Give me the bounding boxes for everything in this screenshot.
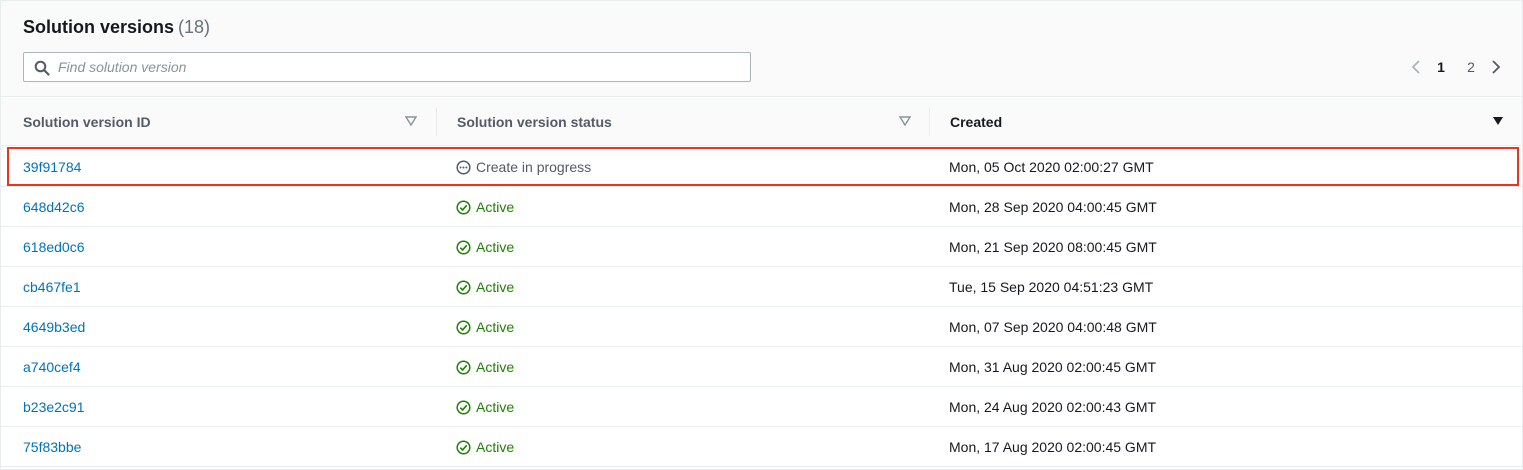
status-text: Active — [476, 439, 515, 455]
created-date: Mon, 17 Aug 2020 02:00:45 GMT — [949, 439, 1157, 455]
status-cell: Active — [456, 347, 514, 387]
in-progress-icon — [456, 159, 471, 175]
table-body: 39f91784 Create in progress Mon, 05 Oct … — [1, 147, 1522, 467]
column-divider[interactable] — [436, 108, 437, 136]
check-circle-icon — [456, 359, 471, 375]
created-date: Mon, 24 Aug 2020 02:00:43 GMT — [949, 399, 1157, 415]
column-divider[interactable] — [929, 108, 930, 136]
title-text: Solution versions — [23, 17, 175, 37]
solution-version-id-link[interactable]: cb467fe1 — [23, 267, 81, 307]
page-title: Solution versions (18) — [23, 17, 210, 38]
status-cell: Active — [456, 227, 514, 267]
check-circle-icon — [456, 239, 471, 255]
solution-version-id-link[interactable]: b23e2c91 — [23, 387, 85, 427]
created-date: Tue, 15 Sep 2020 04:51:23 GMT — [949, 279, 1154, 295]
check-circle-icon — [456, 279, 471, 295]
solution-version-id-link[interactable]: 618ed0c6 — [23, 227, 85, 267]
solution-version-id-link[interactable]: a740cef4 — [23, 347, 81, 387]
status-text: Active — [476, 199, 515, 215]
table-row: b23e2c91 Active Mon, 24 Aug 2020 02:00:4… — [1, 387, 1522, 427]
chevron-right-icon[interactable] — [1486, 57, 1506, 77]
page-2-button[interactable]: 2 — [1456, 59, 1486, 75]
panel-header: Solution versions(18) 1 2 — [1, 1, 1522, 97]
sort-descending-icon[interactable] — [1491, 114, 1505, 128]
table-row: 4649b3ed Active Mon, 07 Sep 2020 04:00:4… — [1, 307, 1522, 347]
search-icon — [34, 60, 50, 76]
search-input[interactable] — [58, 57, 738, 77]
column-header-solution-version-id[interactable]: Solution version ID — [23, 98, 423, 146]
created-date: Mon, 31 Aug 2020 02:00:45 GMT — [949, 359, 1157, 375]
status-text: Active — [476, 399, 515, 415]
created-date: Mon, 21 Sep 2020 08:00:45 GMT — [949, 239, 1157, 255]
status-cell: Create in progress — [456, 147, 591, 187]
column-header-solution-version-status[interactable]: Solution version status — [457, 98, 917, 146]
solution-version-id-link[interactable]: 39f91784 — [23, 147, 81, 187]
table-row: 75f83bbe Active Mon, 17 Aug 2020 02:00:4… — [1, 427, 1522, 467]
status-cell: Active — [456, 307, 514, 347]
table-row: 648d42c6 Active Mon, 28 Sep 2020 04:00:4… — [1, 187, 1522, 227]
table-row: 39f91784 Create in progress Mon, 05 Oct … — [1, 147, 1522, 187]
created-date: Mon, 28 Sep 2020 04:00:45 GMT — [949, 199, 1157, 215]
sort-caret-down-icon[interactable] — [898, 114, 912, 128]
status-text: Create in progress — [476, 159, 592, 175]
table-row: cb467fe1 Active Tue, 15 Sep 2020 04:51:2… — [1, 267, 1522, 307]
status-cell: Active — [456, 187, 514, 227]
pagination: 1 2 — [1406, 57, 1506, 77]
status-cell: Active — [456, 267, 514, 307]
chevron-left-icon[interactable] — [1406, 57, 1426, 77]
status-text: Active — [476, 319, 515, 335]
status-text: Active — [476, 279, 515, 295]
status-text: Active — [476, 359, 515, 375]
search-box[interactable] — [23, 52, 751, 82]
table-row: 618ed0c6 Active Mon, 21 Sep 2020 08:00:4… — [1, 227, 1522, 267]
page-1-button[interactable]: 1 — [1426, 59, 1456, 75]
created-date: Mon, 05 Oct 2020 02:00:27 GMT — [949, 159, 1154, 175]
check-circle-icon — [456, 439, 471, 455]
title-count: (18) — [178, 17, 211, 37]
table-header: Solution version ID Solution version sta… — [1, 98, 1522, 146]
solution-version-id-link[interactable]: 648d42c6 — [23, 187, 85, 227]
status-text: Active — [476, 239, 515, 255]
check-circle-icon — [456, 399, 471, 415]
check-circle-icon — [456, 199, 471, 215]
solution-versions-panel: Solution versions(18) 1 2 Solution versi… — [0, 0, 1523, 470]
column-header-created[interactable]: Created — [950, 98, 1510, 146]
sort-caret-down-icon[interactable] — [404, 114, 418, 128]
table-row: a740cef4 Active Mon, 31 Aug 2020 02:00:4… — [1, 347, 1522, 387]
solution-version-id-link[interactable]: 4649b3ed — [23, 307, 85, 347]
solution-version-id-link[interactable]: 75f83bbe — [23, 427, 81, 467]
status-cell: Active — [456, 387, 514, 427]
status-cell: Active — [456, 427, 514, 467]
created-date: Mon, 07 Sep 2020 04:00:48 GMT — [949, 319, 1157, 335]
check-circle-icon — [456, 319, 471, 335]
